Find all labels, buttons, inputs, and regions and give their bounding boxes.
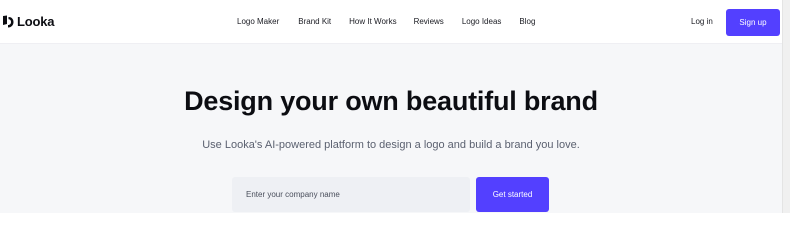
brand-logo[interactable]: Looka	[2, 14, 54, 29]
top-navbar: Looka Logo Maker Brand Kit How It Works …	[0, 0, 782, 44]
page-scrollbar[interactable]	[782, 0, 790, 213]
hero-title: Design your own beautiful brand	[184, 86, 598, 116]
looka-logo-icon	[3, 15, 14, 28]
login-link[interactable]: Log in	[691, 17, 713, 26]
nav-link-reviews[interactable]: Reviews	[414, 17, 444, 26]
nav-link-brand-kit[interactable]: Brand Kit	[298, 17, 331, 26]
company-name-input[interactable]	[232, 177, 470, 212]
nav-link-blog[interactable]: Blog	[519, 17, 535, 26]
page: Looka Logo Maker Brand Kit How It Works …	[0, 0, 790, 213]
signup-button[interactable]: Sign up	[726, 9, 780, 36]
nav-link-logo-maker[interactable]: Logo Maker	[237, 17, 279, 26]
nav-link-logo-ideas[interactable]: Logo Ideas	[462, 17, 502, 26]
nav-link-how-it-works[interactable]: How It Works	[349, 17, 396, 26]
get-started-button[interactable]: Get started	[476, 177, 549, 212]
brand-name: Looka	[17, 14, 55, 29]
hero-subtitle: Use Looka's AI-powered platform to desig…	[202, 139, 580, 151]
nav-links: Logo Maker Brand Kit How It Works Review…	[237, 17, 535, 26]
